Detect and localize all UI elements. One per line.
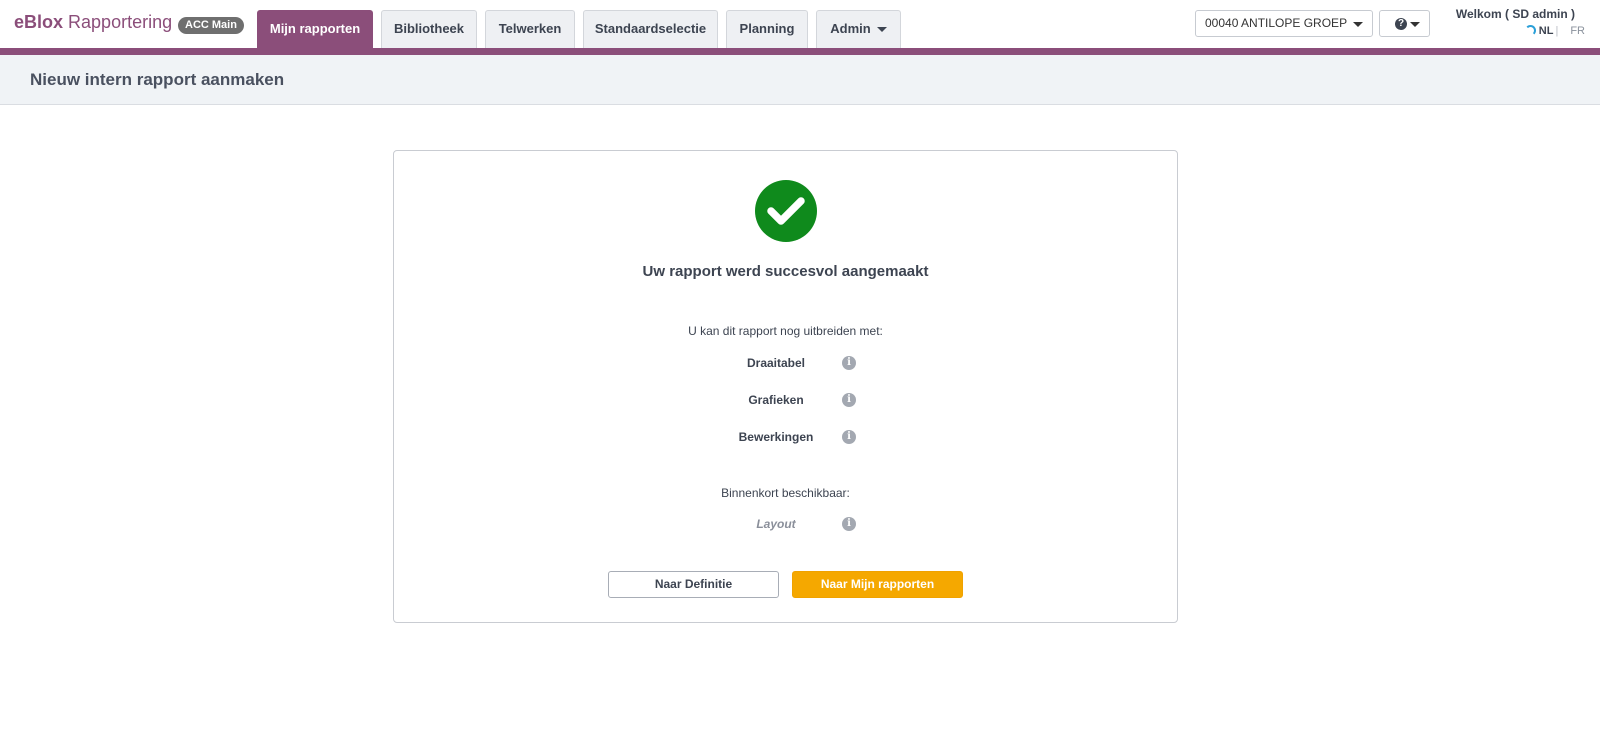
extend-intro-text: U kan dit rapport nog uitbreiden met: xyxy=(688,324,883,338)
info-icon[interactable]: i xyxy=(842,393,856,407)
top-navigation-bar: eBlox Rapportering ACC Main Mijn rapport… xyxy=(0,0,1600,55)
option-label-disabled: Layout xyxy=(756,517,796,531)
accent-bar xyxy=(0,48,1600,55)
page-title: Nieuw intern rapport aanmaken xyxy=(30,70,285,89)
info-icon[interactable]: i xyxy=(842,356,856,370)
info-icon[interactable]: i xyxy=(842,517,856,531)
tab-telwerken[interactable]: Telwerken xyxy=(485,10,575,49)
option-label: Draaitabel xyxy=(746,356,806,370)
loading-spinner-icon xyxy=(1524,25,1536,36)
checkmark-icon xyxy=(767,197,805,225)
check-circle-icon xyxy=(755,180,817,242)
option-row-bewerkingen: Bewerkingen i xyxy=(394,428,1177,446)
brand-name-strong: eBlox xyxy=(14,12,64,32)
tab-label: Planning xyxy=(739,21,795,36)
tab-admin[interactable]: Admin xyxy=(816,10,901,49)
help-menu-button[interactable]: ? xyxy=(1379,10,1430,37)
language-separator: | xyxy=(1555,25,1559,37)
language-nl[interactable]: NL xyxy=(1539,25,1554,37)
option-label: Bewerkingen xyxy=(738,430,814,444)
chevron-down-icon xyxy=(1353,22,1363,27)
tab-standaardselectie[interactable]: Standaardselectie xyxy=(583,10,718,49)
tab-label: Telwerken xyxy=(498,21,562,36)
info-icon[interactable]: i xyxy=(842,430,856,444)
company-select-value: 00040 ANTILOPE GROEP xyxy=(1205,16,1348,30)
naar-definitie-button[interactable]: Naar Definitie xyxy=(608,571,779,598)
success-message: Uw rapport werd succesvol aangemaakt xyxy=(642,263,929,280)
tab-label: Admin xyxy=(830,21,871,36)
tab-planning[interactable]: Planning xyxy=(726,10,808,49)
tab-label: Mijn rapporten xyxy=(269,21,361,36)
environment-badge: ACC Main xyxy=(178,17,244,34)
tab-bibliotheek[interactable]: Bibliotheek xyxy=(381,10,477,49)
chevron-down-icon xyxy=(1410,22,1420,27)
option-row-grafieken: Grafieken i xyxy=(394,391,1177,409)
language-fr[interactable]: FR xyxy=(1570,25,1585,37)
page-header: Nieuw intern rapport aanmaken xyxy=(0,55,1600,105)
company-select[interactable]: 00040 ANTILOPE GROEP xyxy=(1195,10,1373,37)
naar-mijn-rapporten-button[interactable]: Naar Mijn rapporten xyxy=(792,571,963,598)
tab-label: Bibliotheek xyxy=(393,21,465,36)
option-row-draaitabel: Draaitabel i xyxy=(394,354,1177,372)
question-circle-icon: ? xyxy=(1395,18,1407,30)
language-switcher: NL | FR xyxy=(1524,25,1585,37)
success-card: Uw rapport werd succesvol aangemaakt U k… xyxy=(393,150,1178,623)
welcome-text: Welkom ( SD admin ) xyxy=(1455,7,1575,21)
brand-name-rest: Rapportering xyxy=(63,12,173,32)
option-label: Grafieken xyxy=(748,393,804,407)
option-row-layout: Layout i xyxy=(394,515,1177,533)
coming-soon-intro-text: Binnenkort beschikbaar: xyxy=(721,486,850,500)
tab-label: Standaardselectie xyxy=(594,21,707,36)
app-logo[interactable]: eBlox Rapportering xyxy=(14,12,172,33)
chevron-down-icon xyxy=(876,27,887,33)
